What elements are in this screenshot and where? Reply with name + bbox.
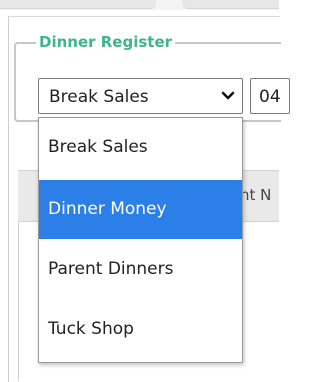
- date-value: 04: [259, 87, 281, 107]
- table-header-column[interactable]: nt N: [240, 186, 271, 204]
- top-tab-left[interactable]: [0, 0, 156, 9]
- dropdown-option-dinner-money[interactable]: Dinner Money: [39, 180, 242, 239]
- fieldset-legend: Dinner Register: [36, 33, 176, 51]
- register-type-dropdown: Break Sales Dinner Money Parent Dinners …: [38, 117, 243, 363]
- dropdown-option-tuck-shop[interactable]: Tuck Shop: [39, 300, 242, 359]
- select-value: Break Sales: [49, 87, 149, 107]
- table-border: [18, 221, 19, 381]
- chevron-down-icon: [218, 87, 238, 105]
- dropdown-option-break-sales[interactable]: Break Sales: [39, 118, 242, 177]
- top-tab-right[interactable]: [182, 0, 279, 9]
- page: Dinner Register nt N Break Sales 04 Brea…: [0, 0, 290, 382]
- date-input[interactable]: 04: [250, 78, 290, 114]
- top-tab-strip: [0, 0, 279, 10]
- dropdown-option-parent-dinners[interactable]: Parent Dinners: [39, 240, 242, 299]
- register-type-select[interactable]: Break Sales: [38, 78, 243, 114]
